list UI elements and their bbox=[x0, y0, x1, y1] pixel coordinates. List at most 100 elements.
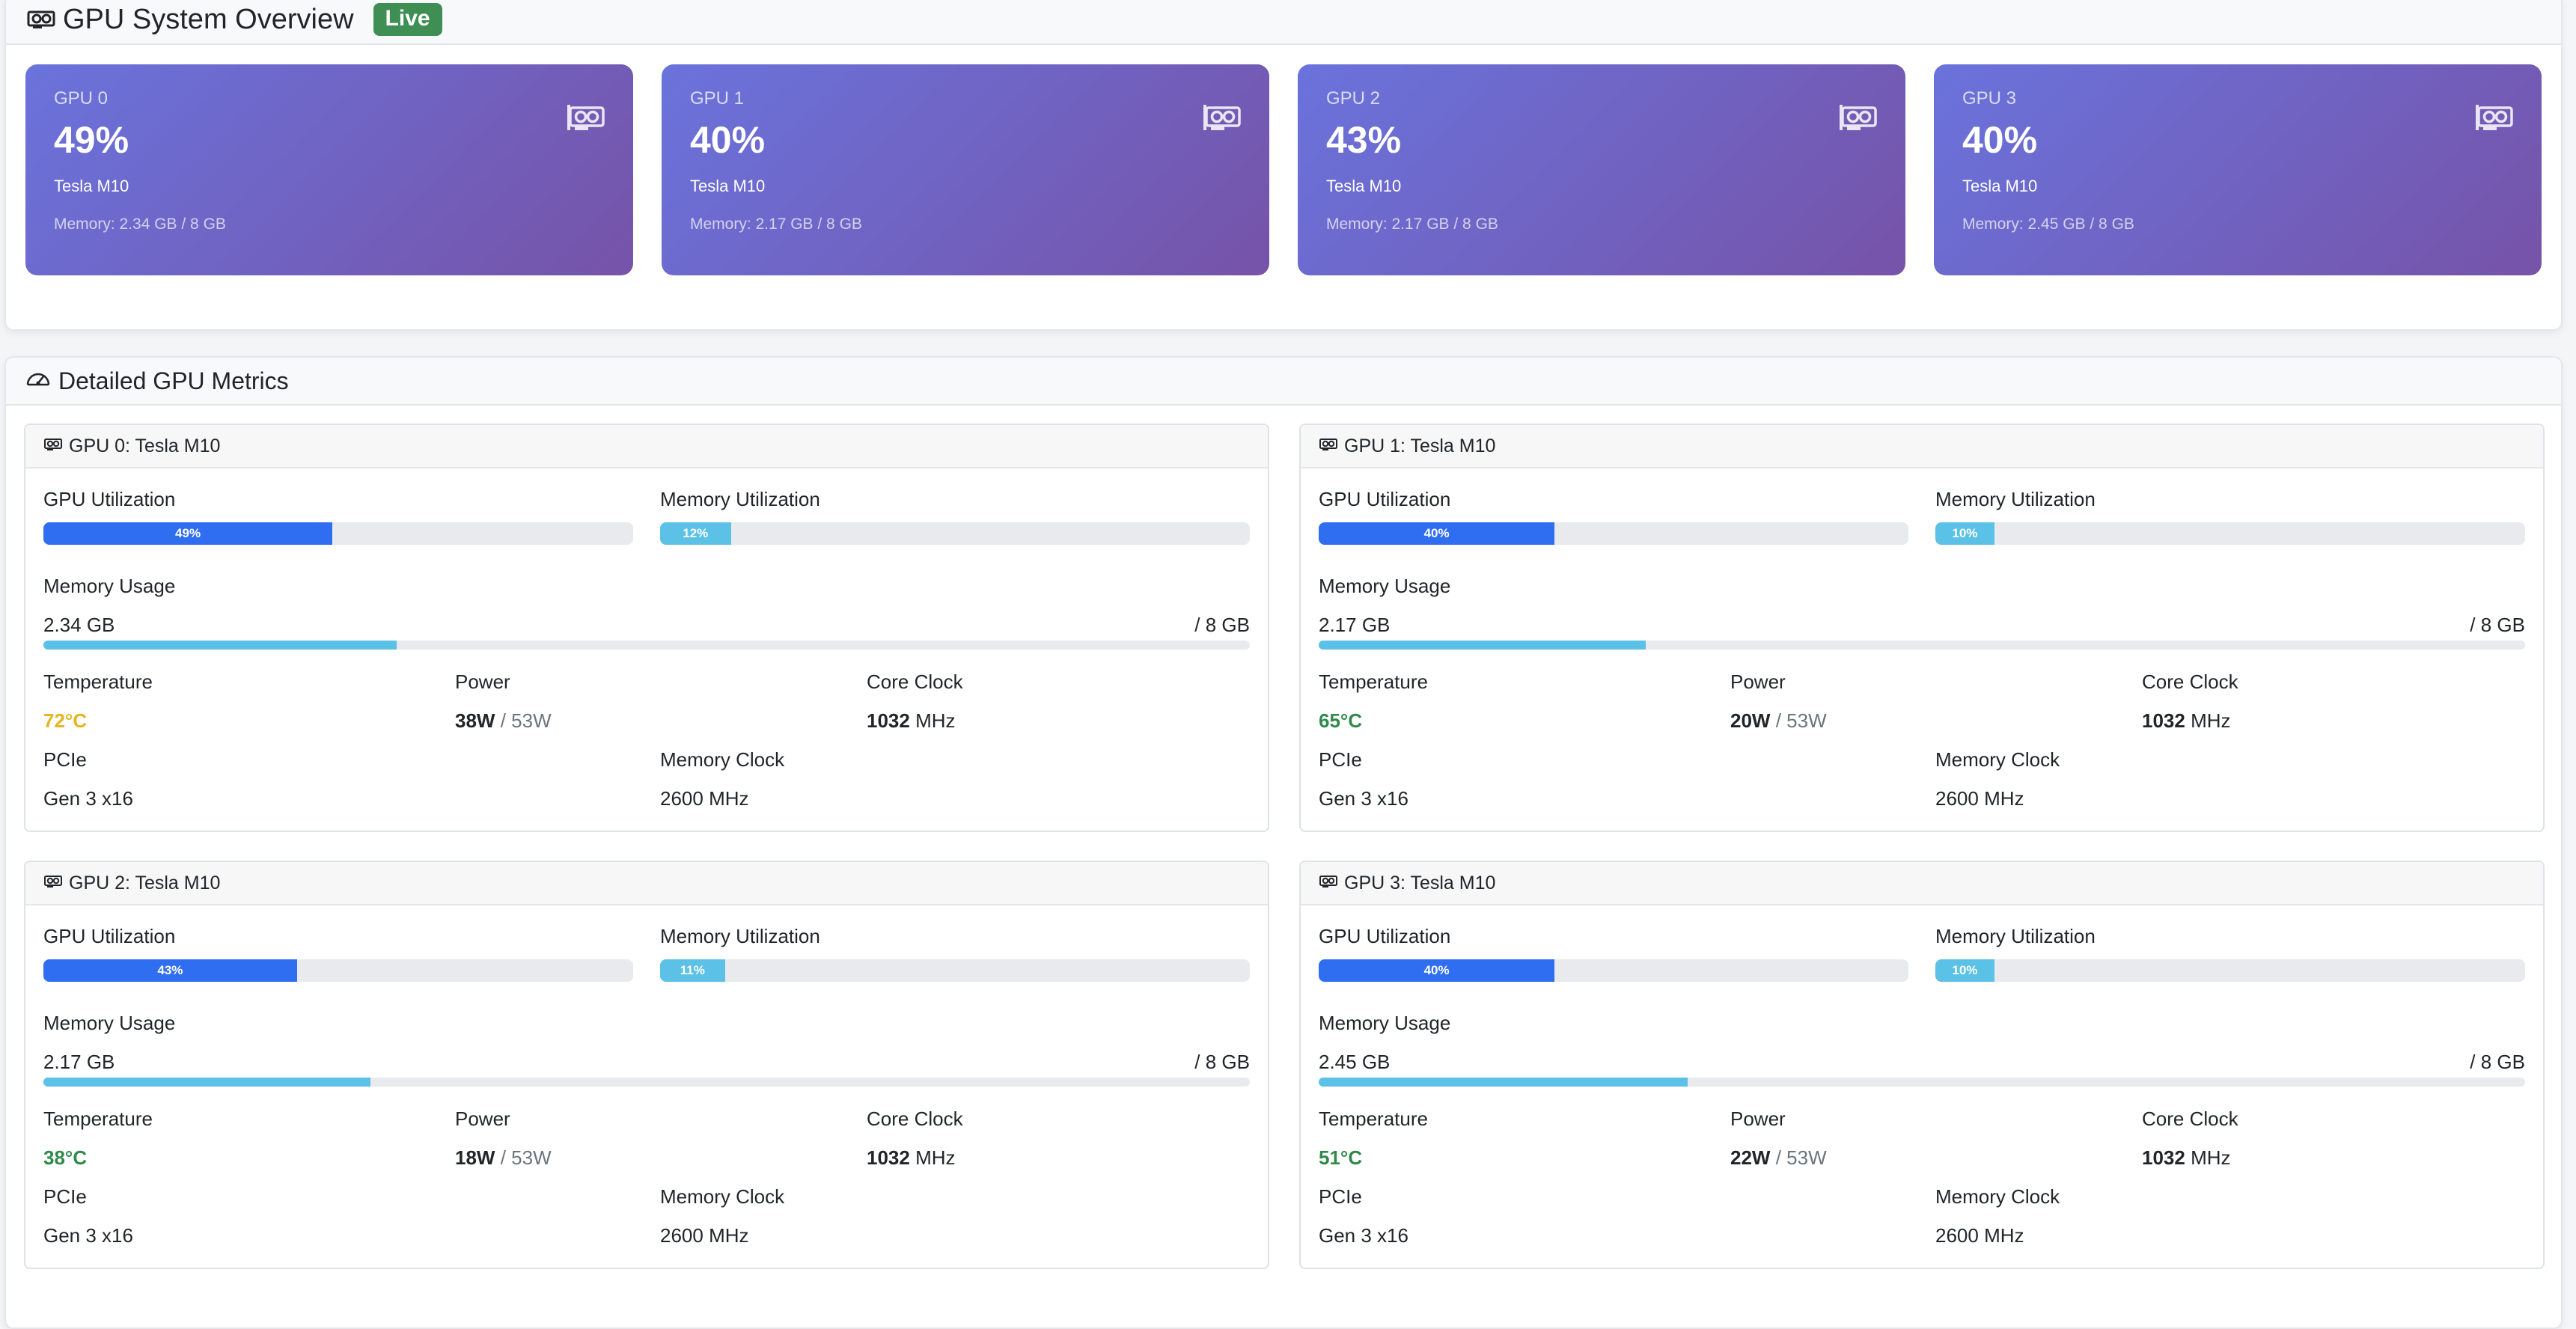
pcie-value: Gen 3 x16 bbox=[1319, 787, 1408, 810]
power-max: / 53W bbox=[500, 1146, 552, 1169]
panel-title: GPU 0: Tesla M10 bbox=[69, 435, 221, 456]
memory-used-value: 2.45 GB bbox=[1319, 1051, 1391, 1073]
pcie-label: PCIe bbox=[1319, 748, 1362, 771]
gpu-utilization-label: GPU Utilization bbox=[43, 488, 176, 510]
gpu-detail-panel-0: GPU 0: Tesla M10 GPU Utilization 49% Mem… bbox=[24, 424, 1269, 832]
memory-total-value: / 8 GB bbox=[1194, 1051, 1250, 1073]
gpu-detail-panel-2: GPU 2: Tesla M10 GPU Utilization 43% Mem… bbox=[24, 861, 1269, 1269]
overview-header: GPU System Overview Live bbox=[6, 0, 2561, 45]
memory-usage-fill bbox=[1319, 641, 1646, 650]
gpu-utilization-value: 49% bbox=[54, 119, 129, 161]
gpu-model: Tesla M10 bbox=[690, 177, 766, 195]
memory-usage-fill bbox=[43, 1078, 370, 1087]
core-clock-value: 1032 bbox=[2142, 1146, 2185, 1169]
memory-total-value: / 8 GB bbox=[2470, 1051, 2525, 1073]
gpu-utilization-label: GPU Utilization bbox=[43, 925, 176, 947]
gpu-icon bbox=[1319, 436, 1338, 457]
panel-header: GPU 3: Tesla M10 bbox=[1301, 862, 2543, 905]
core-clock-value-wrap: 1032 MHz bbox=[2142, 1146, 2231, 1170]
core-clock-unit: MHz bbox=[2191, 709, 2231, 732]
core-clock-value: 1032 bbox=[867, 1146, 910, 1169]
core-clock-unit: MHz bbox=[2191, 1146, 2231, 1169]
memory-utilization-bar: 11% bbox=[660, 959, 1250, 982]
power-label: Power bbox=[1730, 670, 1786, 693]
panel-header: GPU 2: Tesla M10 bbox=[25, 862, 1268, 905]
power-value-wrap: 38W / 53W bbox=[455, 709, 552, 733]
memory-usage-label: Memory Usage bbox=[1319, 1012, 1451, 1034]
gpu-utilization-fill: 49% bbox=[43, 522, 333, 545]
memory-utilization-fill: 10% bbox=[1935, 959, 1994, 982]
gpu-name: GPU 2 bbox=[1326, 88, 1381, 109]
core-clock-unit: MHz bbox=[915, 1146, 956, 1169]
live-badge: Live bbox=[373, 3, 442, 36]
gpu-utilization-value: 40% bbox=[1962, 119, 2038, 161]
gpu-summary-card-3[interactable]: GPU 3 40% Tesla M10 Memory: 2.45 GB / 8 … bbox=[1934, 64, 2542, 275]
memory-utilization-label: Memory Utilization bbox=[1935, 925, 2096, 947]
gpu-memory-summary: Memory: 2.45 GB / 8 GB bbox=[1962, 216, 2134, 233]
pcie-label: PCIe bbox=[43, 1185, 87, 1208]
core-clock-value: 1032 bbox=[2142, 709, 2185, 732]
gpu-model: Tesla M10 bbox=[1962, 177, 2038, 195]
power-max: / 53W bbox=[1775, 709, 1827, 732]
gpu-memory-summary: Memory: 2.17 GB / 8 GB bbox=[1326, 216, 1498, 233]
memory-usage-label: Memory Usage bbox=[43, 1012, 176, 1034]
gpu-icon bbox=[43, 436, 63, 457]
power-value: 20W bbox=[1730, 709, 1771, 732]
speedometer-icon bbox=[25, 367, 51, 395]
temperature-label: Temperature bbox=[43, 670, 153, 693]
power-value-wrap: 18W / 53W bbox=[455, 1146, 552, 1170]
temperature-label: Temperature bbox=[1319, 670, 1428, 693]
memory-clock-value: 2600 MHz bbox=[1935, 787, 2024, 810]
gpu-summary-card-2[interactable]: GPU 2 43% Tesla M10 Memory: 2.17 GB / 8 … bbox=[1298, 64, 1905, 275]
gpu-utilization-value: 40% bbox=[690, 119, 766, 161]
gpu-card-icon bbox=[1203, 103, 1242, 137]
memory-clock-label: Memory Clock bbox=[1935, 1185, 2060, 1208]
power-label: Power bbox=[455, 1108, 510, 1130]
gpu-icon bbox=[43, 873, 63, 894]
memory-utilization-bar: 10% bbox=[1935, 522, 2525, 545]
core-clock-value-wrap: 1032 MHz bbox=[2142, 709, 2231, 733]
gpu-utilization-label: GPU Utilization bbox=[1319, 488, 1451, 510]
memory-used-value: 2.17 GB bbox=[43, 1051, 115, 1073]
memory-usage-label: Memory Usage bbox=[1319, 575, 1451, 597]
power-label: Power bbox=[455, 670, 510, 693]
gpu-summary-card-0[interactable]: GPU 0 49% Tesla M10 Memory: 2.34 GB / 8 … bbox=[25, 64, 633, 275]
gpu-detail-panel-3: GPU 3: Tesla M10 GPU Utilization 40% Mem… bbox=[1299, 861, 2545, 1269]
core-clock-label: Core Clock bbox=[2142, 1108, 2238, 1130]
gpu-memory-summary: Memory: 2.17 GB / 8 GB bbox=[690, 216, 862, 233]
pcie-label: PCIe bbox=[43, 748, 87, 771]
memory-clock-value: 2600 MHz bbox=[1935, 1224, 2024, 1247]
power-label: Power bbox=[1730, 1108, 1786, 1130]
temperature-value: 72°C bbox=[43, 709, 88, 732]
memory-clock-label: Memory Clock bbox=[660, 748, 785, 771]
gpu-utilization-bar: 40% bbox=[1319, 522, 1908, 545]
gpu-icon bbox=[27, 9, 55, 30]
core-clock-label: Core Clock bbox=[867, 1108, 963, 1130]
gpu-icon bbox=[1319, 873, 1338, 894]
memory-usage-bar bbox=[43, 1078, 1250, 1087]
section-title: Detailed GPU Metrics bbox=[58, 367, 289, 394]
memory-usage-bar bbox=[1319, 641, 2525, 650]
page-title: GPU System Overview bbox=[63, 3, 354, 35]
temperature-value: 38°C bbox=[43, 1146, 88, 1169]
gpu-utilization-bar: 43% bbox=[43, 959, 633, 982]
panel-title: GPU 1: Tesla M10 bbox=[1344, 435, 1496, 456]
pcie-value: Gen 3 x16 bbox=[43, 1224, 133, 1247]
memory-utilization-label: Memory Utilization bbox=[660, 925, 820, 947]
temperature-value: 51°C bbox=[1319, 1146, 1363, 1169]
gpu-utilization-bar: 49% bbox=[43, 522, 633, 545]
gpu-summary-cards: GPU 0 49% Tesla M10 Memory: 2.34 GB / 8 … bbox=[25, 64, 2542, 275]
gpu-card-icon bbox=[567, 103, 606, 137]
pcie-value: Gen 3 x16 bbox=[1319, 1224, 1408, 1247]
memory-utilization-label: Memory Utilization bbox=[660, 488, 820, 510]
memory-utilization-fill: 11% bbox=[660, 959, 725, 982]
memory-utilization-fill: 12% bbox=[660, 522, 731, 545]
core-clock-unit: MHz bbox=[915, 709, 956, 732]
temperature-label: Temperature bbox=[1319, 1108, 1428, 1130]
power-value: 18W bbox=[455, 1146, 495, 1169]
pcie-label: PCIe bbox=[1319, 1185, 1362, 1208]
gpu-overview-section: GPU System Overview Live GPU 0 49% Tesla… bbox=[4, 0, 2563, 331]
gpu-utilization-fill: 40% bbox=[1319, 959, 1555, 982]
gpu-memory-summary: Memory: 2.34 GB / 8 GB bbox=[54, 216, 226, 233]
gpu-summary-card-1[interactable]: GPU 1 40% Tesla M10 Memory: 2.17 GB / 8 … bbox=[662, 64, 1269, 275]
